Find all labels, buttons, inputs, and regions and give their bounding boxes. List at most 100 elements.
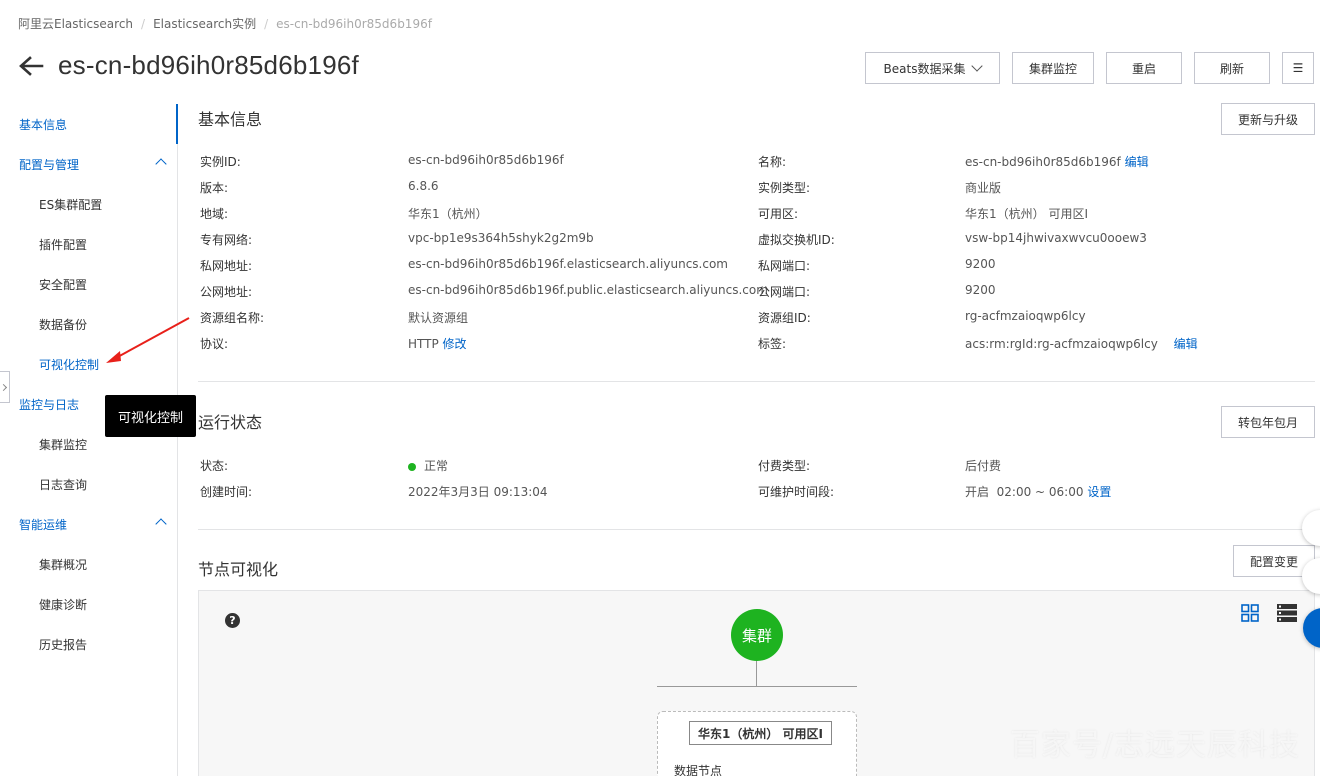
- maintenance-window-value: 开启 02:00 ~ 06:00 设置: [965, 483, 1111, 500]
- help-icon[interactable]: ?: [225, 613, 240, 628]
- info-value-text: es-cn-bd96ih0r85d6b196f: [408, 153, 564, 167]
- maintenance-settings-link[interactable]: 设置: [1087, 485, 1111, 499]
- info-value-text: 9200: [965, 257, 996, 271]
- info-value: es-cn-bd96ih0r85d6b196f.public.elasticse…: [408, 283, 768, 297]
- breadcrumb-item-es-instances[interactable]: Elasticsearch实例: [153, 15, 256, 32]
- info-label: 私网端口:: [758, 259, 811, 273]
- sidebar-item-basic-info[interactable]: 基本信息: [0, 104, 178, 144]
- watermark: 百家号/志远天辰科技: [1009, 728, 1300, 763]
- back-arrow-icon[interactable]: [18, 55, 44, 77]
- info-value: 6.8.6: [408, 179, 439, 193]
- breadcrumb-item-aliyun-es[interactable]: 阿里云Elasticsearch: [18, 15, 133, 32]
- info-label: 公网端口:: [758, 285, 811, 299]
- breadcrumb-item-current: es-cn-bd96ih0r85d6b196f: [276, 16, 432, 31]
- info-label: 实例类型:: [758, 181, 811, 195]
- update-upgrade-button[interactable]: 更新与升级: [1221, 103, 1315, 135]
- info-value-text: rg-acfmzaioqwp6lcy: [965, 309, 1086, 323]
- info-value: acs:rm:rgId:rg-acfmzaioqwp6lcy 编辑: [965, 335, 1198, 352]
- info-label: 名称:: [758, 155, 787, 169]
- info-value-text: 商业版: [965, 181, 1002, 195]
- info-value-text: vsw-bp14jhwivaxwvcu0ooew3: [965, 231, 1147, 245]
- breadcrumb: 阿里云Elasticsearch / Elasticsearch实例 / es-…: [18, 15, 432, 32]
- sidebar-collapse-toggle[interactable]: [0, 371, 10, 403]
- sidebar-item-log-query[interactable]: 日志查询: [0, 464, 177, 504]
- sidebar-group-config[interactable]: 配置与管理: [0, 144, 177, 184]
- info-value: 华东1（杭州）: [408, 205, 488, 222]
- info-value: 9200: [965, 283, 996, 297]
- sidebar: 基本信息 配置与管理 ES集群配置 插件配置 安全配置 数据备份 可视化控制 监…: [0, 104, 178, 776]
- refresh-button[interactable]: 刷新: [1194, 52, 1270, 84]
- status-label: 状态:: [200, 459, 229, 473]
- data-nodes-label: 数据节点: [674, 764, 723, 776]
- list-view-icon[interactable]: [1276, 603, 1298, 623]
- status-dot-icon: [408, 462, 416, 471]
- sidebar-item-history-report[interactable]: 历史报告: [0, 624, 177, 664]
- info-value: vpc-bp1e9s364h5shyk2g2m9b: [408, 231, 594, 245]
- info-value-text: 华东1（杭州）: [408, 207, 488, 221]
- info-value-text: 默认资源组: [408, 311, 469, 325]
- sidebar-group-smart-ops[interactable]: 智能运维: [0, 504, 177, 544]
- cluster-node[interactable]: 集群: [731, 609, 783, 661]
- grid-view-icon[interactable]: [1240, 603, 1260, 623]
- info-value: es-cn-bd96ih0r85d6b196f 编辑: [965, 153, 1149, 170]
- info-label: 版本:: [200, 181, 229, 195]
- maintenance-window-label: 可维护时间段:: [758, 485, 835, 499]
- beats-button-label: Beats数据采集: [883, 61, 966, 76]
- connector-line: [756, 661, 757, 686]
- divider: [198, 381, 1315, 382]
- created-time-value: 2022年3月3日 09:13:04: [408, 485, 548, 499]
- chevron-up-icon: [155, 518, 167, 530]
- convert-subscription-button[interactable]: 转包年包月: [1221, 406, 1315, 438]
- sidebar-item-data-backup[interactable]: 数据备份: [0, 304, 177, 344]
- sidebar-item-cluster-overview[interactable]: 集群概况: [0, 544, 177, 584]
- sidebar-item-plugin-config[interactable]: 插件配置: [0, 224, 177, 264]
- info-value-text: 6.8.6: [408, 179, 439, 193]
- info-value-text: HTTP: [408, 337, 439, 351]
- info-label: 私网地址:: [200, 259, 253, 273]
- chevron-up-icon: [155, 158, 167, 170]
- tooltip: 可视化控制: [105, 395, 196, 437]
- info-value-text: es-cn-bd96ih0r85d6b196f: [965, 155, 1121, 169]
- info-value-text: es-cn-bd96ih0r85d6b196f.public.elasticse…: [408, 283, 768, 297]
- connector-line: [657, 686, 857, 687]
- sidebar-item-health-diagnosis[interactable]: 健康诊断: [0, 584, 177, 624]
- info-value: es-cn-bd96ih0r85d6b196f.elasticsearch.al…: [408, 257, 728, 271]
- info-value-text: es-cn-bd96ih0r85d6b196f.elasticsearch.al…: [408, 257, 728, 271]
- info-label: 资源组名称:: [200, 311, 265, 325]
- info-label: 地域:: [200, 207, 229, 221]
- pay-type-label: 付费类型:: [758, 459, 811, 473]
- edit-link[interactable]: 编辑: [1125, 155, 1149, 169]
- maintenance-window-text: 开启 02:00 ~ 06:00: [965, 485, 1084, 499]
- breadcrumb-separator: /: [141, 16, 146, 31]
- info-value: vsw-bp14jhwivaxwvcu0ooew3: [965, 231, 1147, 245]
- breadcrumb-separator: /: [264, 16, 269, 31]
- info-value: es-cn-bd96ih0r85d6b196f: [408, 153, 564, 167]
- menu-icon[interactable]: ☰: [1282, 52, 1314, 84]
- chevron-right-icon: [0, 383, 7, 391]
- info-value: 华东1（杭州） 可用区I: [965, 205, 1088, 222]
- page-title: es-cn-bd96ih0r85d6b196f: [58, 50, 359, 80]
- restart-button[interactable]: 重启: [1106, 52, 1182, 84]
- edit-link[interactable]: 修改: [443, 337, 467, 351]
- section-title-basic-info: 基本信息: [198, 110, 263, 129]
- zone-label: 华东1（杭州） 可用区I: [689, 721, 832, 745]
- info-value: HTTP 修改: [408, 335, 467, 352]
- sidebar-item-es-cluster-config[interactable]: ES集群配置: [0, 184, 177, 224]
- sidebar-group-label: 配置与管理: [19, 157, 80, 172]
- info-value: 默认资源组: [408, 309, 468, 326]
- sidebar-item-visual-control[interactable]: 可视化控制: [0, 344, 177, 384]
- info-value-text: 华东1（杭州） 可用区I: [965, 207, 1088, 221]
- info-label: 资源组ID:: [758, 311, 811, 325]
- beats-data-collection-dropdown[interactable]: Beats数据采集: [865, 52, 1000, 84]
- info-label: 专有网络:: [200, 233, 253, 247]
- chevron-down-icon: [971, 60, 984, 72]
- floating-copy-button[interactable]: [1302, 510, 1320, 546]
- sidebar-item-security-config[interactable]: 安全配置: [0, 264, 177, 304]
- info-value-text: 9200: [965, 283, 996, 297]
- pay-type-value: 后付费: [965, 459, 1002, 473]
- info-label: 公网地址:: [200, 285, 253, 299]
- zone-box: 华东1（杭州） 可用区I 数据节点: [657, 711, 857, 776]
- edit-link[interactable]: 编辑: [1174, 337, 1198, 351]
- cluster-monitor-button[interactable]: 集群监控: [1012, 52, 1094, 84]
- section-title-run-status: 运行状态: [198, 413, 263, 432]
